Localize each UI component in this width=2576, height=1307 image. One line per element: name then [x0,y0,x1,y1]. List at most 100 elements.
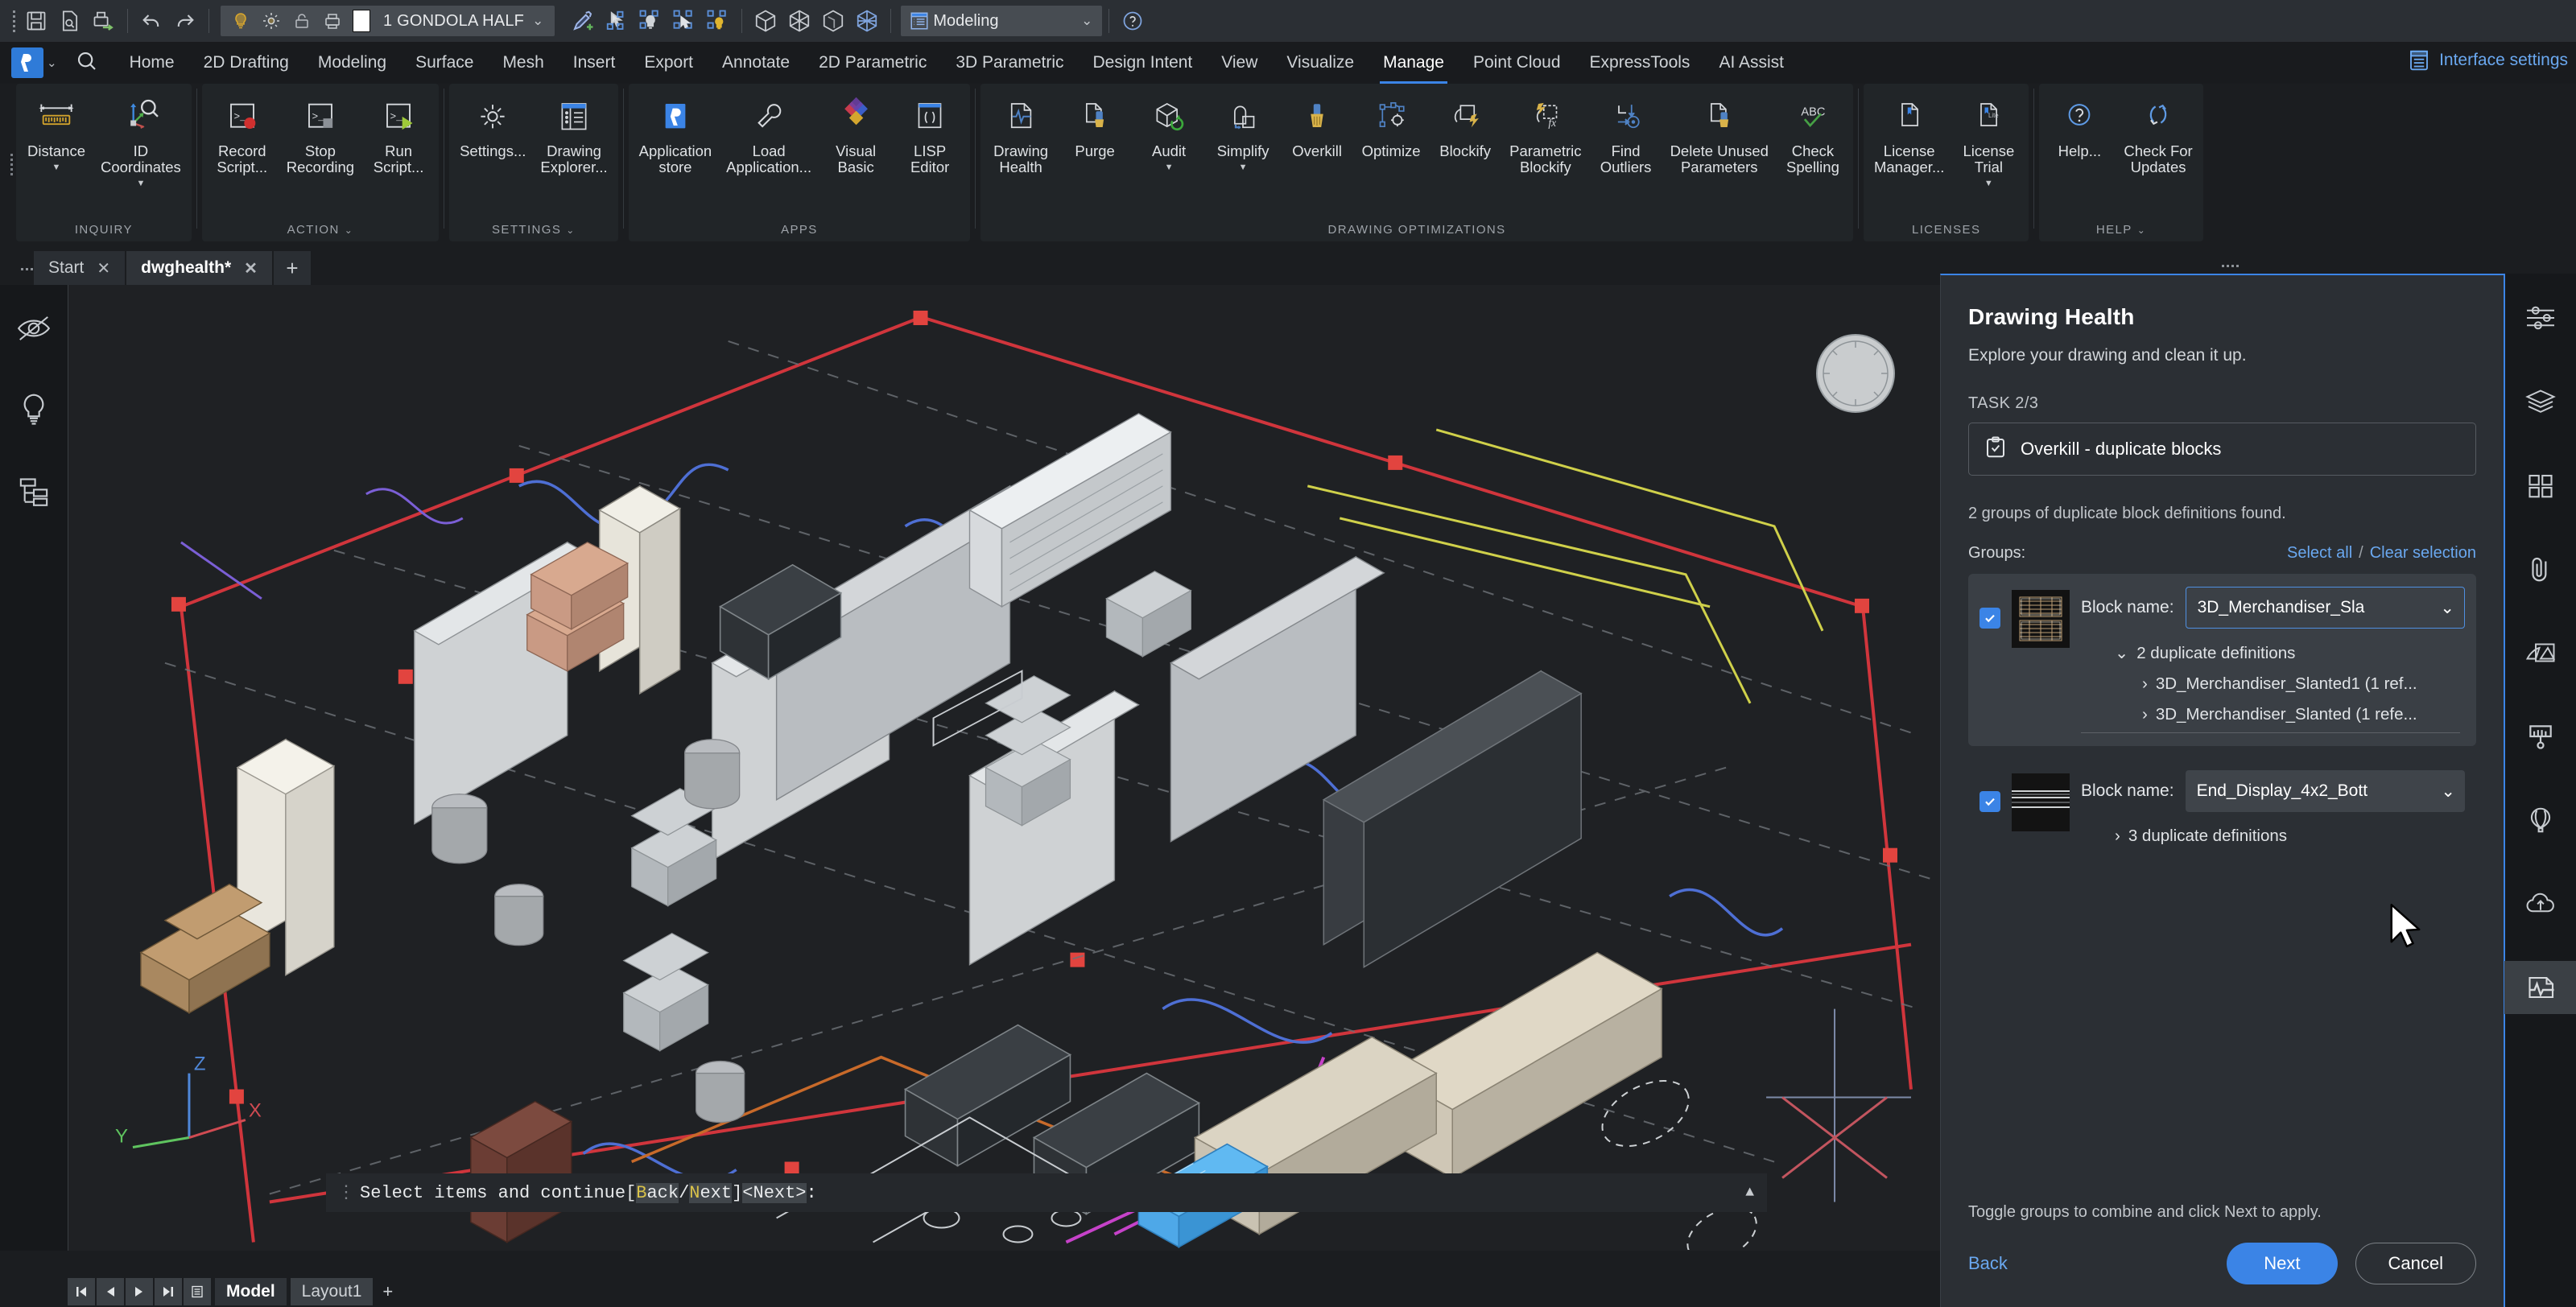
command-blockify[interactable]: Blockify [1428,90,1502,159]
block-name-select-1[interactable]: 3D_Merchandiser_Sla ⌄ [2185,587,2465,629]
command-drawing-explorer[interactable]: Drawing Explorer... [533,90,614,175]
command-delete-unused-parameters[interactable]: Delete Unused Parameters [1663,90,1776,175]
dropdown-caret-icon-license[interactable]: ▼ [1984,179,1993,188]
layers-icon[interactable] [2504,375,2576,428]
plot-icon[interactable] [87,5,121,37]
tab-view[interactable]: View [1207,50,1272,76]
duplicate-definition-1-2[interactable]: › 3D_Merchandiser_Slanted (1 refe... [2081,705,2460,733]
dropdown-caret-icon[interactable]: ▼ [52,163,61,172]
command-stop-recording[interactable]: >_ Stop Recording [279,90,361,175]
panel-chevron-down-icon-action[interactable]: ⌄ [345,225,353,236]
help-icon[interactable] [1116,5,1150,37]
solid-icon[interactable] [749,5,782,37]
document-tabs-grip[interactable] [10,253,34,285]
layer-lock-icon[interactable] [288,5,316,37]
command-line-expand-icon[interactable]: ▲ [1745,1185,1754,1201]
light-bulb-icon[interactable] [18,392,50,431]
command-run-script[interactable]: >_ Run Script... [361,90,436,175]
command-check-spelling[interactable]: ABC Check Spelling [1776,90,1850,175]
workspace-control[interactable]: Modeling ⌄ [901,6,1103,36]
surface-icon[interactable] [782,5,816,37]
workspace-chevron-down-icon[interactable]: ⌄ [1076,13,1097,29]
tab-manage[interactable]: Manage [1368,50,1459,85]
tab-insert[interactable]: Insert [559,50,630,76]
brand-chevron-down-icon[interactable]: ⌄ [47,56,57,70]
redo-icon[interactable] [168,5,202,37]
chevron-right-icon-1-2[interactable]: › [2142,705,2148,724]
interface-settings-button[interactable]: Interface settings [2407,48,2568,72]
duplicate-definition-1-1[interactable]: › 3D_Merchandiser_Slanted1 (1 ref... [2081,674,2465,694]
group-checkbox-1[interactable] [1979,608,2000,629]
prev-icon[interactable] [97,1278,124,1305]
current-task-box[interactable]: Overkill - duplicate blocks [1968,423,2476,476]
next-icon[interactable] [126,1278,153,1305]
attachments-icon[interactable] [2504,542,2576,596]
bricscad-logo-icon[interactable] [11,47,43,78]
command-option-back-key[interactable]: B [636,1183,646,1203]
tab-point-cloud[interactable]: Point Cloud [1459,50,1575,76]
tab-mesh[interactable]: Mesh [488,50,558,76]
hide-entity-icon[interactable] [16,312,52,348]
model-tab[interactable]: Model [215,1278,287,1305]
balloon-icon[interactable] [2504,794,2576,847]
last-icon[interactable] [155,1278,182,1305]
brush-icon[interactable] [2504,710,2576,763]
command-audit[interactable]: Audit ▼ [1132,90,1206,172]
command-overkill[interactable]: Overkill [1280,90,1354,159]
tab-ai-assist[interactable]: AI Assist [1704,50,1798,76]
tab-3d-parametric[interactable]: 3D Parametric [941,50,1078,76]
document-tab-dwghealth[interactable]: dwghealth* ✕ [126,251,272,285]
layer-plot-icon[interactable] [319,5,346,37]
panel-chevron-down-icon-settings[interactable]: ⌄ [566,225,575,236]
command-record-script[interactable]: >_ Record Script... [205,90,279,175]
panel-chevron-down-icon-help[interactable]: ⌄ [2137,225,2146,236]
add-layout-button[interactable]: + [374,1281,401,1302]
command-distance[interactable]: Distance ▼ [19,90,93,172]
close-icon[interactable]: ✕ [97,258,110,278]
tab-design-intent[interactable]: Design Intent [1079,50,1208,76]
command-id-coordinates[interactable]: ID Coordinates ▼ [93,90,188,188]
chevron-down-icon-block-2[interactable]: ⌄ [2441,781,2455,802]
command-license-manager[interactable]: License Manager... [1867,90,1951,175]
chevron-right-icon-1-1[interactable]: › [2142,674,2148,694]
block-name-select-2[interactable]: End_Display_4x2_Bott ⌄ [2185,770,2465,812]
layer-control[interactable]: 1 GONDOLA HALF ⌄ [221,6,555,36]
layer-on-icon[interactable] [227,5,254,37]
dropdown-caret-icon-simplify[interactable]: ▼ [1239,163,1248,172]
mesh-icon[interactable] [850,5,884,37]
dropdown-caret-icon-2[interactable]: ▼ [136,179,145,188]
chevron-down-icon[interactable]: ⌄ [527,13,548,29]
search-icon[interactable] [75,49,99,77]
first-icon[interactable] [68,1278,95,1305]
render-icon[interactable] [2504,626,2576,679]
new-document-tab-button[interactable]: + [273,251,311,285]
tab-annotate[interactable]: Annotate [708,50,804,76]
tab-surface[interactable]: Surface [401,50,488,76]
select-similar-icon[interactable] [600,5,634,37]
command-check-for-updates[interactable]: Check For Updates [2116,90,2199,175]
tab-visualize[interactable]: Visualize [1272,50,1368,76]
duplicates-toggle-2[interactable]: › 3 duplicate definitions [2081,827,2465,846]
tab-expresstools[interactable]: ExpressTools [1575,50,1705,76]
back-button[interactable]: Back [1968,1253,2008,1274]
command-simplify[interactable]: Simplify ▼ [1206,90,1280,172]
tab-home[interactable]: Home [115,50,189,76]
next-button[interactable]: Next [2227,1243,2338,1284]
group-checkbox-2[interactable] [1979,791,2000,812]
blocks-icon[interactable] [2504,459,2576,512]
select-all-link[interactable]: Select all [2287,544,2352,563]
isolate-layer-icon[interactable] [701,5,735,37]
quick-select-icon[interactable] [667,5,701,37]
command-line-grip[interactable]: ⋮ [337,1182,355,1203]
tab-2d-parametric[interactable]: 2D Parametric [804,50,941,76]
layout-list-icon[interactable] [184,1278,211,1305]
match-properties-icon[interactable] [566,5,600,37]
command-settings[interactable]: Settings... [452,90,533,159]
shell-icon[interactable] [816,5,850,37]
select-by-layer-icon[interactable] [634,5,667,37]
command-parametric-blockify[interactable]: fx Parametric Blockify [1502,90,1588,175]
command-visual-basic[interactable]: Visual Basic [819,90,893,175]
print-preview-icon[interactable] [53,5,87,37]
save-icon[interactable] [19,5,53,37]
command-application-store[interactable]: Application store [632,90,720,175]
